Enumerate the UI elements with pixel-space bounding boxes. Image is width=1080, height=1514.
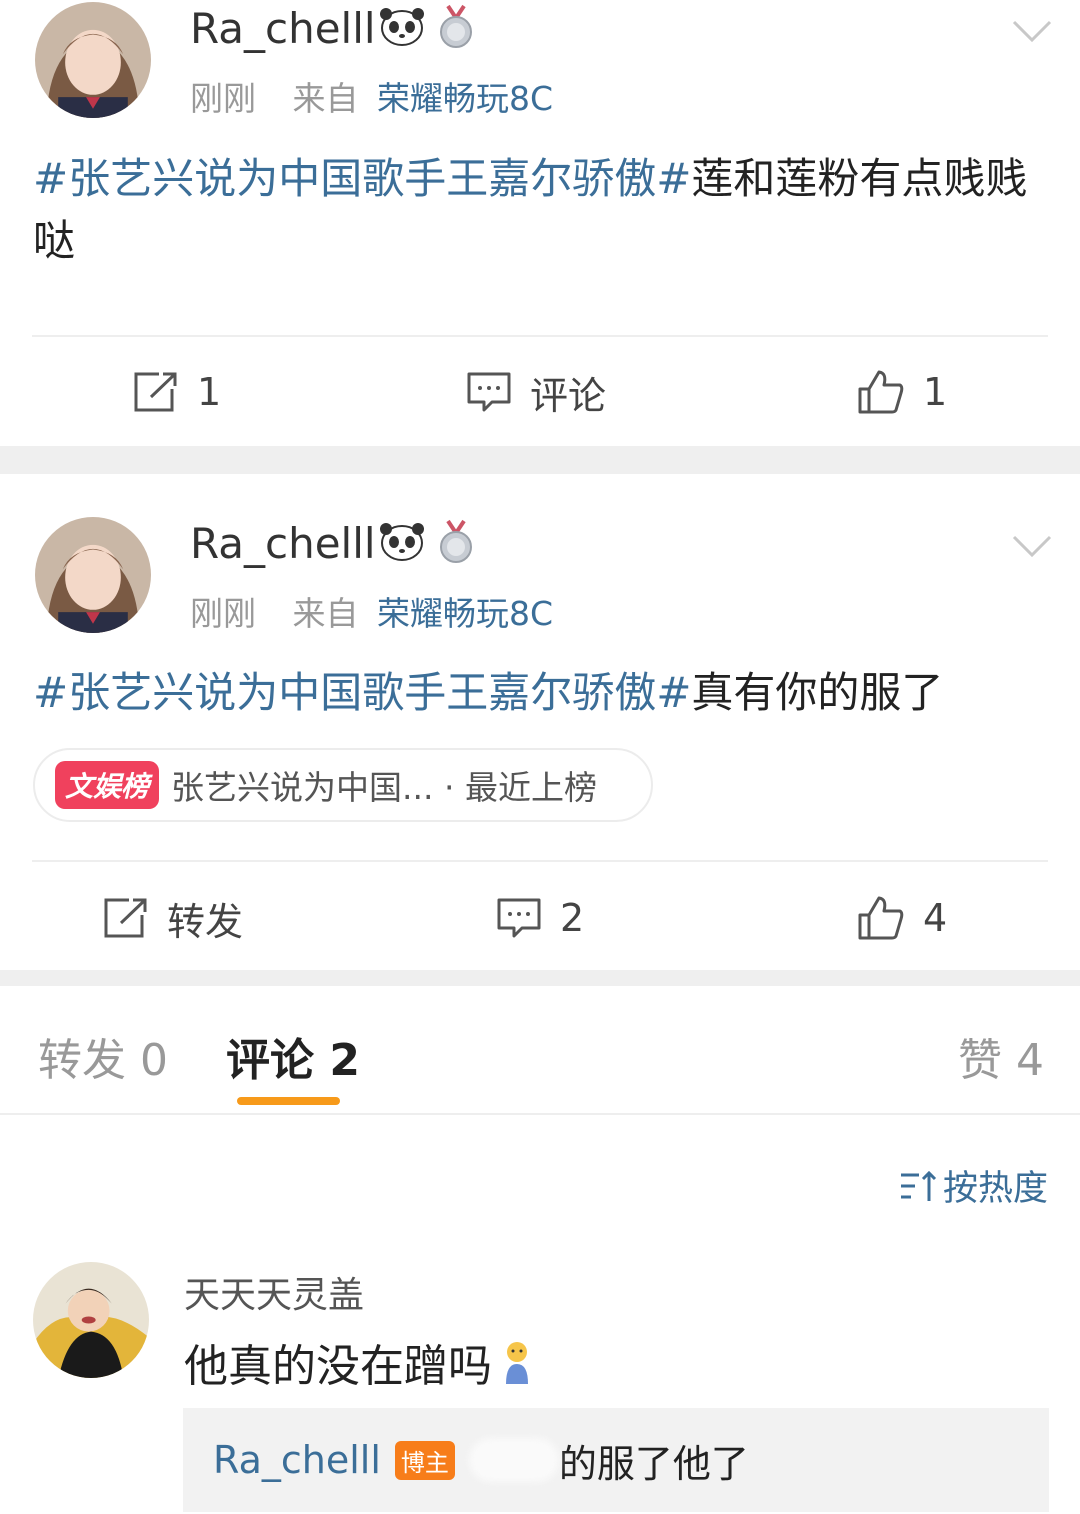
post-source[interactable]: 荣耀畅玩8C [377, 594, 553, 633]
repost-count: 1 [197, 370, 222, 414]
post-time: 刚刚 [190, 79, 256, 118]
like-count: 4 [923, 896, 948, 940]
emoji-icon [506, 1342, 528, 1384]
comment-icon [467, 372, 511, 412]
post-username[interactable]: Ra_chelll [190, 4, 376, 53]
panda-badge-icon [378, 6, 426, 52]
comment-button[interactable]: 评论 [466, 342, 606, 442]
comment-text: 他真的没在蹭吗 [184, 1330, 534, 1394]
like-button[interactable]: 1 [857, 342, 947, 442]
reply-username[interactable]: Ra_chelll [213, 1438, 381, 1482]
repost-label: 转发 [167, 899, 244, 944]
comment-label: 评论 [530, 373, 607, 418]
medal-badge-icon [436, 4, 476, 54]
redacted-blur [468, 1438, 559, 1482]
active-tab-indicator [237, 1097, 340, 1105]
chevron-down-icon[interactable] [1012, 20, 1052, 43]
hashtag-link[interactable]: #张艺兴说为中国歌手王嘉尔骄傲# [33, 154, 691, 203]
post-username[interactable]: Ra_chelll [190, 519, 376, 568]
sort-toggle[interactable]: 按热度 [899, 1160, 1048, 1211]
section-gap [0, 970, 1080, 986]
repost-icon [104, 898, 147, 938]
comment-icon [497, 898, 541, 938]
divider [32, 335, 1048, 337]
section-gap [0, 446, 1080, 474]
medal-badge-icon [436, 519, 476, 569]
comment-username[interactable]: 天天天灵盖 [184, 1266, 364, 1318]
tab-repost[interactable]: 转发 0 [38, 1024, 168, 1088]
reply-text: 的服了他了 [558, 1441, 749, 1486]
trending-pill[interactable]: 文娱榜 张艺兴说为中国... · 最近上榜 [33, 748, 653, 822]
reply-box[interactable]: Ra_chelll 博主 的服了他了 [183, 1408, 1049, 1512]
avatar[interactable] [35, 2, 151, 118]
like-count: 1 [923, 370, 948, 414]
post-time: 刚刚 [190, 594, 256, 633]
repost-icon [134, 372, 177, 412]
comment-count: 2 [560, 896, 585, 940]
post-actions: 1 评论 1 [0, 342, 1080, 442]
hashtag-link[interactable]: #张艺兴说为中国歌手王嘉尔骄傲# [33, 668, 691, 717]
post-source-prefix: 来自 [292, 594, 359, 633]
divider [0, 1113, 1080, 1115]
host-badge: 博主 [394, 1440, 455, 1480]
avatar[interactable] [35, 517, 151, 633]
post-text: #张艺兴说为中国歌手王嘉尔骄傲#真有你的服了 [33, 662, 1048, 724]
avatar[interactable] [33, 1262, 149, 1378]
chevron-down-icon[interactable] [1012, 535, 1052, 558]
repost-button[interactable]: 转发 [103, 868, 243, 968]
post-meta: 刚刚 来自 荣耀畅玩8C [190, 72, 553, 120]
post-source-prefix: 来自 [292, 79, 359, 118]
sort-label: 按热度 [942, 1169, 1048, 1209]
post-source[interactable]: 荣耀畅玩8C [377, 79, 553, 118]
comment-button[interactable]: 2 [496, 868, 584, 968]
post-text: #张艺兴说为中国歌手王嘉尔骄傲#莲和莲粉有点贱贱哒 [33, 148, 1048, 272]
repost-button[interactable]: 1 [133, 342, 221, 442]
tab-comment[interactable]: 评论 2 [226, 1024, 360, 1088]
thumbs-up-icon [858, 896, 904, 940]
post-actions: 转发 2 4 [0, 868, 1080, 968]
post-body: 真有你的服了 [691, 668, 944, 717]
thumbs-up-icon [858, 370, 904, 414]
comment-body: 他真的没在蹭吗 [184, 1341, 492, 1392]
like-button[interactable]: 4 [857, 868, 947, 968]
post-meta: 刚刚 来自 荣耀畅玩8C [190, 587, 553, 635]
panda-badge-icon [378, 521, 426, 567]
divider [32, 860, 1048, 862]
tab-like[interactable]: 赞 4 [958, 1024, 1044, 1088]
sort-icon [900, 1170, 937, 1201]
trending-text: 张艺兴说为中国... · 最近上榜 [171, 768, 597, 807]
trending-badge: 文娱榜 [55, 761, 160, 809]
